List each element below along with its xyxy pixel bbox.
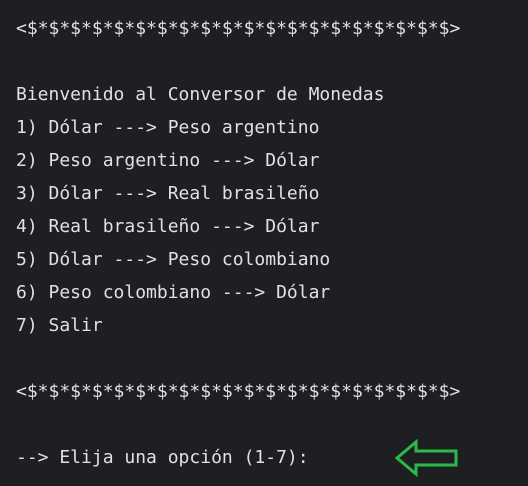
welcome-title: Bienvenido al Conversor de Monedas [16,84,385,105]
left-arrow-icon [394,438,458,478]
console-output[interactable]: <$*$*$*$*$*$*$*$*$*$*$*$*$*$*$*$*$*$*$*$… [0,0,528,486]
menu-option-2: 2) Peso argentino ---> Dólar [16,150,320,171]
menu-option-7: 7) Salir [16,315,103,336]
menu-option-1: 1) Dólar ---> Peso argentino [16,117,320,138]
separator-top: <$*$*$*$*$*$*$*$*$*$*$*$*$*$*$*$*$*$*$*$… [16,18,461,39]
menu-option-3: 3) Dólar ---> Real brasileño [16,183,320,204]
separator-bottom: <$*$*$*$*$*$*$*$*$*$*$*$*$*$*$*$*$*$*$*$… [16,381,461,402]
menu-option-5: 5) Dólar ---> Peso colombiano [16,249,331,270]
menu-option-6: 6) Peso colombiano ---> Dólar [16,282,331,303]
option-prompt[interactable]: --> Elija una opción (1-7): [16,443,309,473]
menu-option-4: 4) Real brasileño ---> Dólar [16,216,320,237]
